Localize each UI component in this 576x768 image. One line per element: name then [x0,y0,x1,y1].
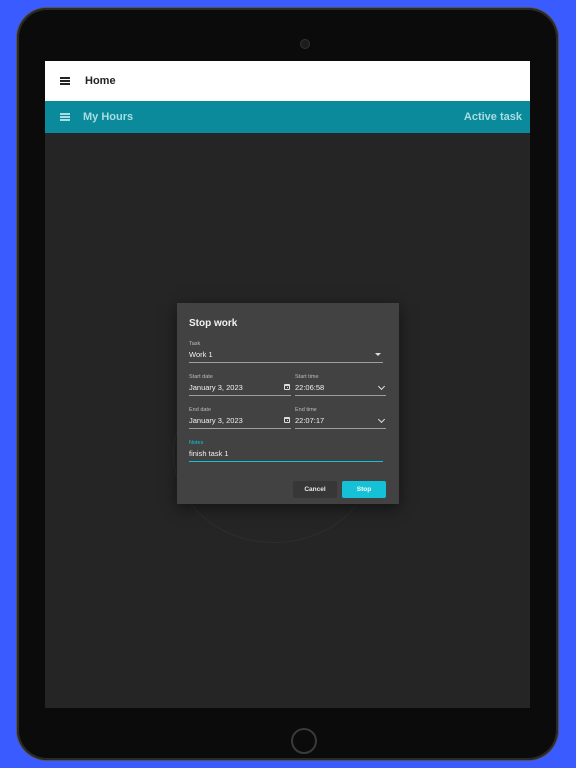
end-date-field[interactable]: End date January 3, 2023 [189,407,291,429]
chevron-down-icon[interactable] [377,415,386,424]
top-bar: Home [45,61,530,101]
app-bar: My Hours Active task [45,101,530,133]
start-date-label: Start date [189,374,213,380]
stop-work-dialog: Stop work Task Work 1 Start date January… [177,303,399,504]
app-screen: Home My Hours Active task Stop work Task… [45,61,530,708]
dialog-title: Stop work [189,318,238,329]
task-select[interactable]: Task Work 1 [189,341,383,363]
notes-value[interactable]: finish task 1 [189,449,229,458]
start-time-label: Start time [295,374,319,380]
start-time-field[interactable]: Start time 22:06:58 [295,374,386,396]
calendar-icon[interactable] [284,384,290,390]
active-task-link[interactable]: Active task [464,111,522,123]
start-date-field[interactable]: Start date January 3, 2023 [189,374,291,396]
chevron-down-icon[interactable] [377,382,386,391]
cancel-button[interactable]: Cancel [293,481,337,498]
end-date-label: End date [189,407,212,413]
start-time-value: 22:06:58 [295,383,325,392]
end-time-value: 22:07:17 [295,416,325,425]
end-time-field[interactable]: End time 22:07:17 [295,407,386,429]
camera-icon [301,40,309,48]
hamburger-menu-icon[interactable] [51,113,79,121]
end-time-label: End time [295,407,317,413]
start-date-value: January 3, 2023 [189,383,243,392]
dropdown-arrow-icon [375,353,381,356]
task-label: Task [189,341,201,347]
calendar-icon[interactable] [284,417,290,423]
page-title: Home [85,75,116,87]
hamburger-menu-icon[interactable] [51,77,79,85]
notes-label: Notes [189,440,204,446]
stop-button[interactable]: Stop [342,481,386,498]
end-date-value: January 3, 2023 [189,416,243,425]
home-button[interactable] [291,728,317,754]
task-value: Work 1 [189,350,213,359]
notes-field[interactable]: Notes finish task 1 [189,440,383,462]
app-title: My Hours [83,111,134,123]
